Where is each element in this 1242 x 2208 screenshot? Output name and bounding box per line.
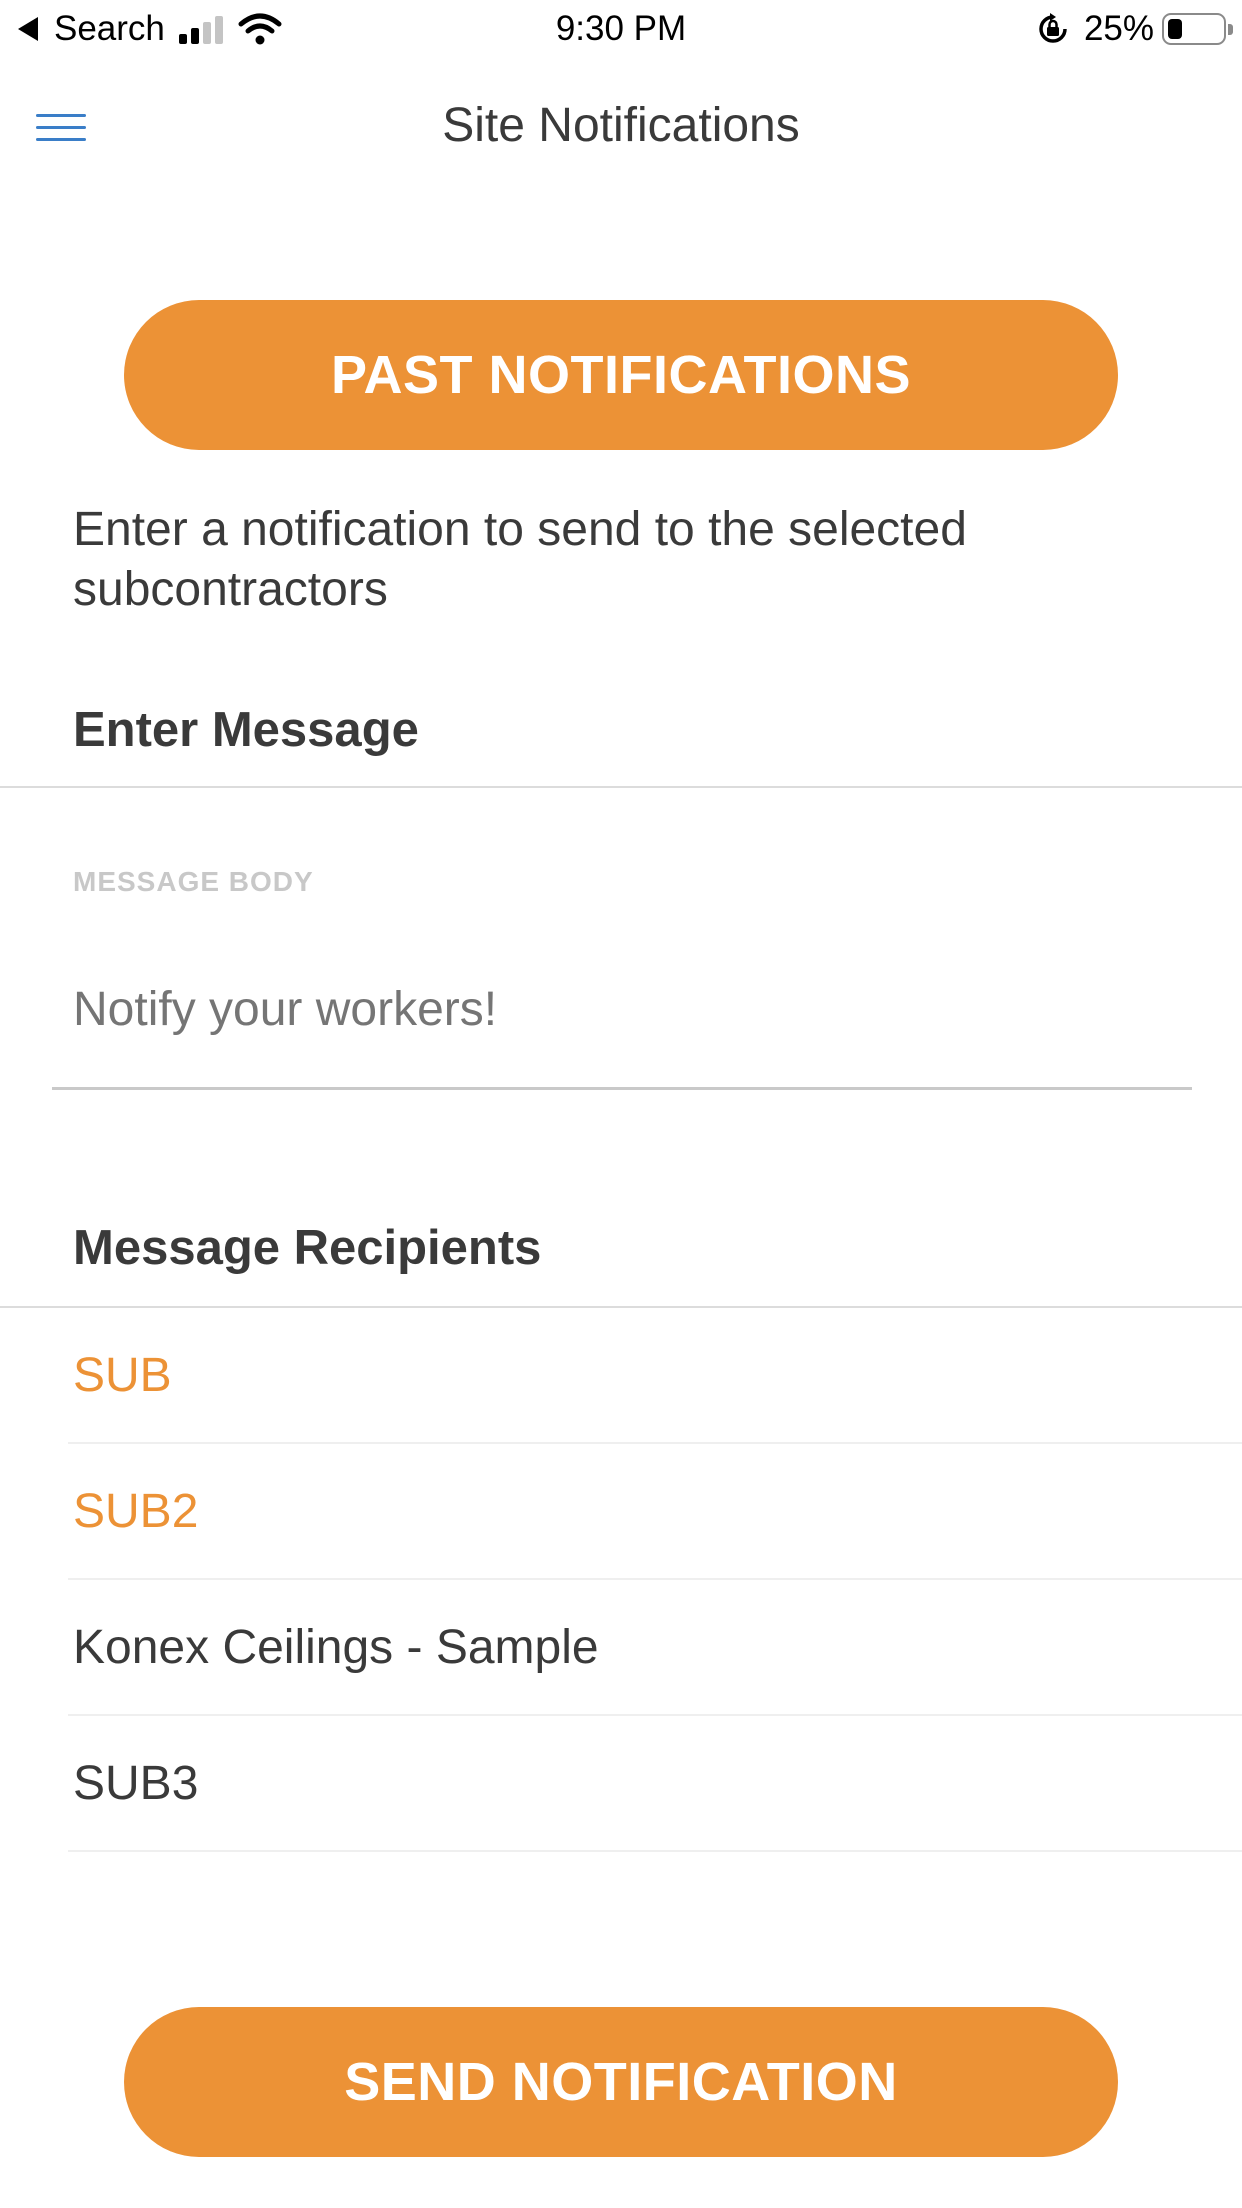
past-notifications-button[interactable]: PAST NOTIFICATIONS — [124, 300, 1118, 450]
enter-message-header: Enter Message — [73, 703, 419, 757]
recipient-label: SUB2 — [73, 1485, 199, 1538]
recipient-item[interactable]: SUB2 — [68, 1444, 1242, 1580]
recipient-item[interactable]: SUB3 — [68, 1716, 1242, 1852]
battery-percent: 25% — [1083, 9, 1154, 48]
instructions-text: Enter a notification to send to the sele… — [73, 503, 967, 616]
recipient-label: SUB — [73, 1349, 172, 1402]
message-body-input[interactable] — [52, 920, 1192, 1090]
send-notification-button[interactable]: SEND NOTIFICATION — [124, 2007, 1118, 2157]
screen: Search 9:30 PM 25% Site Notifications PA… — [0, 0, 1242, 2208]
status-right: 25% — [1036, 9, 1233, 49]
recipient-label: SUB3 — [73, 1757, 199, 1810]
recipient-item[interactable]: Konex Ceilings - Sample — [68, 1580, 1242, 1716]
section-divider — [0, 786, 1242, 788]
message-recipients-header: Message Recipients — [73, 1221, 542, 1275]
status-bar: Search 9:30 PM 25% — [0, 0, 1242, 60]
page-title: Site Notifications — [442, 99, 800, 152]
message-body-label: MESSAGE BODY — [73, 866, 314, 897]
recipients-list: SUB SUB2 Konex Ceilings - Sample SUB3 — [0, 1308, 1242, 1852]
rotation-lock-icon — [1039, 13, 1067, 43]
recipient-item[interactable]: SUB — [68, 1308, 1242, 1444]
nav-bar: Site Notifications — [0, 74, 1242, 180]
battery-icon — [1162, 13, 1233, 45]
recipient-label: Konex Ceilings - Sample — [73, 1621, 599, 1674]
